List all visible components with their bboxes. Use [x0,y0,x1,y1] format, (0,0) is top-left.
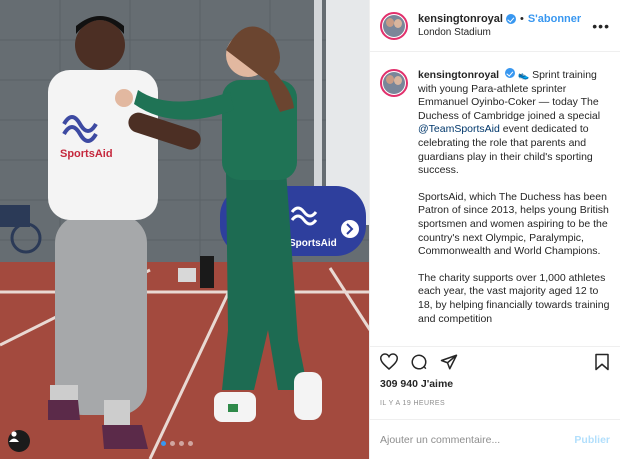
post-timestamp: IL Y A 19 HEURES [380,400,446,407]
instagram-post: SportsAid SportsAid kensingtonroyal • S'… [0,0,620,459]
save-bookmark-icon[interactable] [594,353,610,371]
header-username[interactable]: kensingtonroyal [418,13,503,25]
avatar[interactable] [380,11,408,40]
comment-icon[interactable] [410,353,428,371]
caption-text-3: The charity supports over 1,000 athletes… [418,271,610,325]
header-text: kensingtonroyal • S'abonner London Stadi… [418,13,586,38]
location-link[interactable]: London Stadium [418,27,586,38]
add-comment-bar: Publier [370,419,620,459]
header-separator: • [519,13,524,25]
verified-badge-icon [505,68,516,78]
comment-input[interactable] [380,433,575,446]
comments-area: kensingtonroyal 👟 Sprint training with y… [370,52,620,346]
verified-badge-icon [505,14,516,24]
carousel-dot [170,441,175,446]
publish-button[interactable]: Publier [574,434,610,446]
caption-username[interactable]: kensingtonroyal [418,69,499,81]
like-heart-icon[interactable] [380,353,398,370]
carousel-dot [179,441,184,446]
more-options-icon[interactable]: ••• [592,18,610,34]
sneaker-emoji-icon: 👟 [517,70,530,80]
carousel-indicator [161,441,193,446]
mention-link[interactable]: @TeamSportsAid [418,123,500,135]
post-side-panel: kensingtonroyal • S'abonner London Stadi… [369,0,620,459]
follow-button[interactable]: S'abonner [528,13,581,25]
caption-avatar[interactable] [380,69,408,97]
share-paper-plane-icon[interactable] [440,353,458,371]
carousel-dot [188,441,193,446]
caption: kensingtonroyal 👟 Sprint training with y… [418,68,610,346]
carousel-dot-active [161,441,166,446]
shirt-text: SportsAid [60,148,113,160]
user-tag-icon[interactable] [8,430,30,452]
banner-text: SportsAid [289,238,337,249]
action-bar [370,346,620,376]
photo-illustration: SportsAid SportsAid [0,0,369,459]
post-header: kensingtonroyal • S'abonner London Stadi… [370,0,620,52]
post-photo[interactable]: SportsAid SportsAid [0,0,369,459]
likes-count[interactable]: 309 940 J'aime [370,376,620,392]
caption-text-2: SportsAid, which The Duchess has been Pa… [418,190,609,258]
